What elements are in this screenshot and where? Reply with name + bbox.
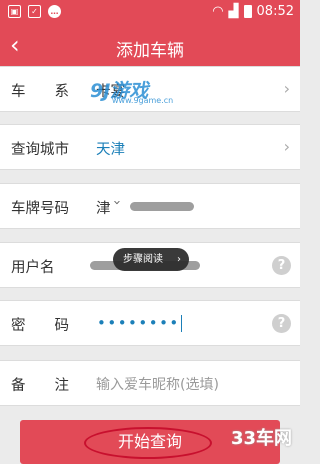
title-bar: ‹ 添加车辆 bbox=[0, 26, 300, 66]
city-label: 查询城市 bbox=[11, 142, 69, 158]
check-icon: ✓ bbox=[28, 5, 41, 18]
plate-row[interactable]: 车牌号码 津 › bbox=[0, 183, 300, 229]
status-right: ◠ ▟ 08:52 bbox=[212, 4, 294, 19]
signal-icon: ▟ bbox=[228, 4, 239, 19]
chevron-right-icon: › bbox=[283, 137, 290, 156]
page-title: 添加车辆 bbox=[116, 41, 184, 61]
remark-row[interactable]: 备 注 输入爱车昵称(选填) bbox=[0, 360, 300, 406]
chevron-right-icon: › bbox=[177, 254, 181, 265]
watermark-33che: 33车网 bbox=[230, 428, 292, 449]
highlight-circle bbox=[84, 427, 212, 459]
notification-icons: ▣ ✓ … bbox=[8, 5, 61, 18]
password-input[interactable]: •••••••• bbox=[97, 314, 182, 332]
remark-label: 备 注 bbox=[11, 378, 69, 394]
clock: 08:52 bbox=[256, 4, 294, 19]
plate-input[interactable] bbox=[130, 202, 194, 211]
password-label: 密 码 bbox=[11, 318, 69, 334]
chat-icon: … bbox=[48, 5, 61, 18]
chevron-right-icon: › bbox=[283, 79, 290, 98]
help-icon[interactable]: ? bbox=[272, 256, 291, 275]
city-value: 天津 bbox=[96, 142, 125, 158]
status-bar: ▣ ✓ … ◠ ▟ 08:52 bbox=[0, 0, 300, 26]
step-reading-tooltip[interactable]: 步骤阅读 › bbox=[113, 248, 189, 271]
series-row[interactable]: 车 系 卡宴 › bbox=[0, 66, 300, 112]
username-label: 用户名 bbox=[11, 260, 55, 276]
help-icon[interactable]: ? bbox=[272, 314, 291, 333]
image-icon: ▣ bbox=[8, 5, 21, 18]
city-row[interactable]: 查询城市 天津 › bbox=[0, 124, 300, 170]
plate-label: 车牌号码 bbox=[11, 201, 69, 217]
series-label: 车 系 bbox=[11, 84, 69, 100]
password-row[interactable]: 密 码 •••••••• ? bbox=[0, 300, 300, 346]
wifi-icon: ◠ bbox=[212, 4, 224, 19]
battery-icon bbox=[243, 5, 252, 18]
watermark-url: www.9game.cn bbox=[112, 96, 174, 105]
tooltip-text: 步骤阅读 bbox=[123, 254, 163, 265]
chevron-down-icon[interactable]: › bbox=[109, 200, 124, 205]
remark-input[interactable]: 输入爱车昵称(选填) bbox=[96, 374, 219, 394]
